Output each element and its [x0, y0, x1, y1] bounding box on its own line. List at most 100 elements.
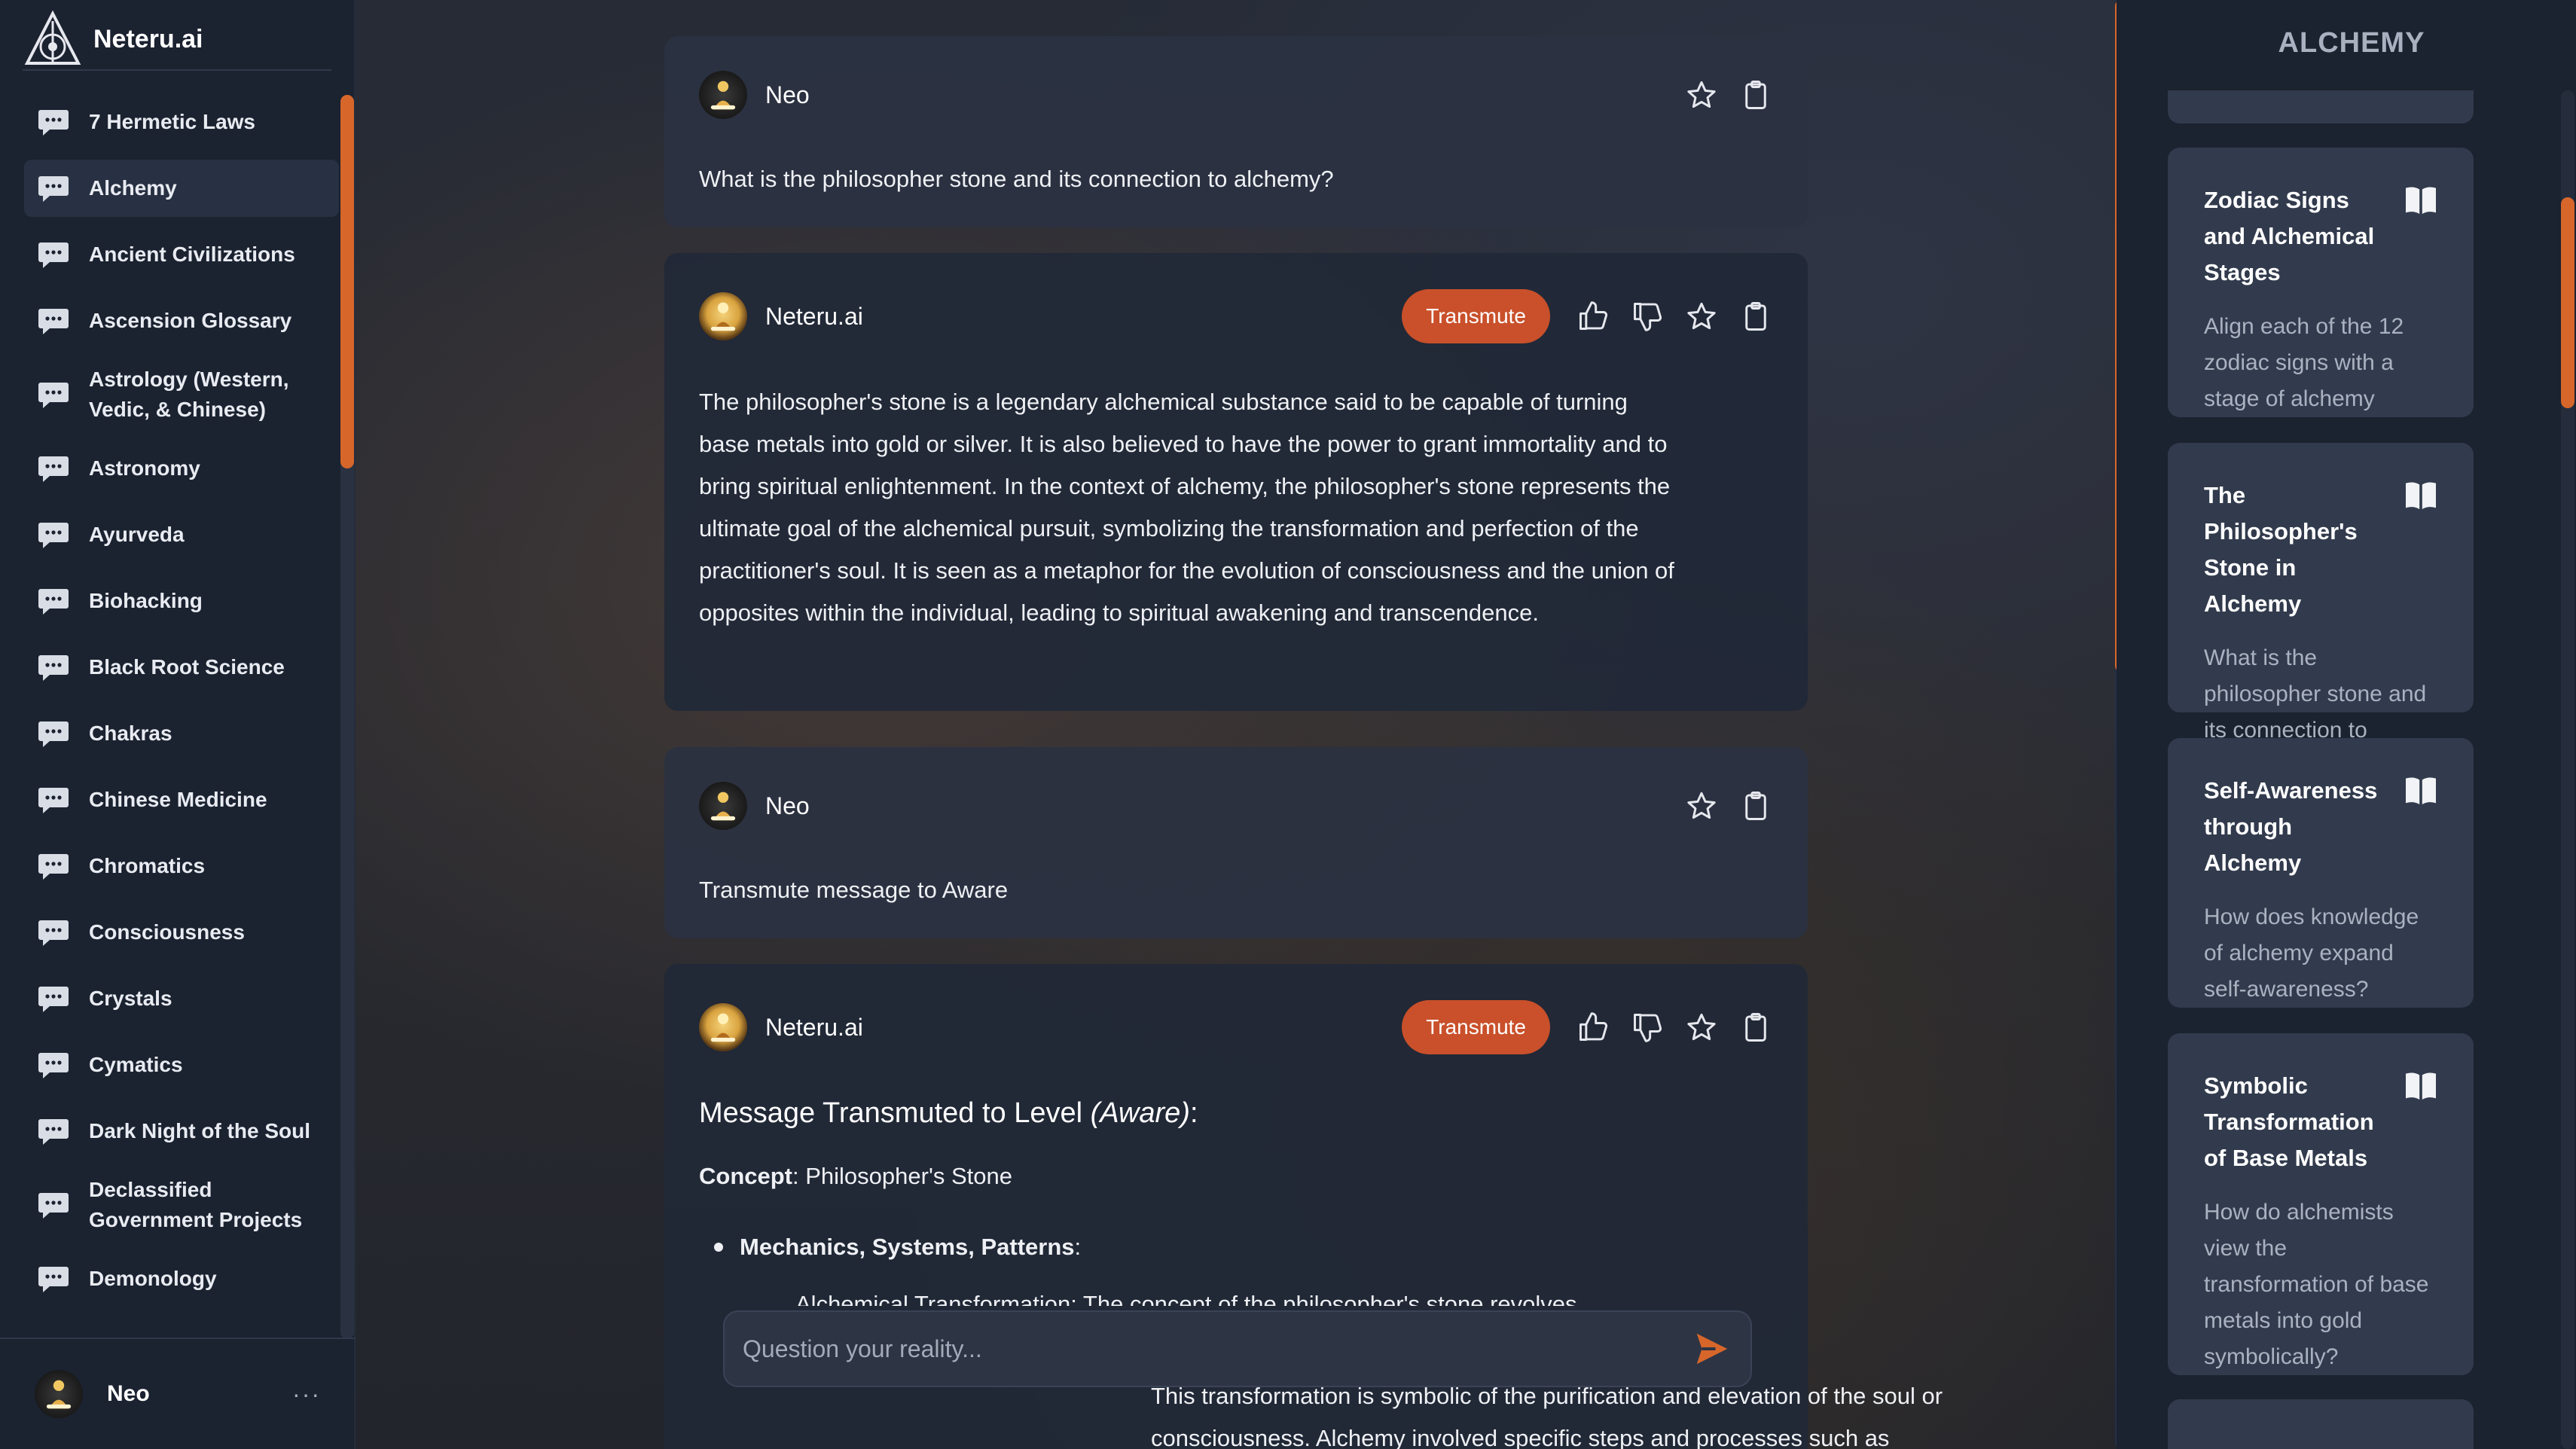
clipboard-icon[interactable] — [1738, 299, 1773, 334]
suggestion-card[interactable]: The Philosopher's Stone in Alchemy What … — [2168, 443, 2474, 779]
sidebar-item-label: Consciousness — [89, 920, 245, 944]
chat-bubble-icon — [38, 788, 69, 813]
sender-name: Neteru.ai — [765, 1013, 863, 1041]
suggestion-title: Self-Awareness through Alchemy — [2204, 777, 2378, 876]
suggestion-card-partial[interactable] — [2168, 90, 2474, 124]
trailing-line: consciousness. Alchemy involved specific… — [1151, 1425, 1890, 1449]
chat-bubble-icon — [38, 987, 69, 1012]
sidebar-item[interactable]: Astrology (Western, Vedic, & Chinese) — [24, 358, 339, 431]
sidebar: Neteru.ai 7 Hermetic Laws Alchemy Ancient … — [0, 0, 356, 1449]
star-icon[interactable] — [1684, 299, 1719, 334]
message-text: The philosopher's stone is a legendary a… — [699, 389, 1674, 626]
heading-prefix: Message Transmuted to Level — [699, 1097, 1091, 1129]
message-ai: Neteru.ai Transmute The philosopher's st… — [664, 253, 1808, 711]
sidebar-item[interactable]: Alchemy — [24, 160, 339, 217]
sidebar-item[interactable]: Demonology — [24, 1250, 339, 1307]
clipboard-icon[interactable] — [1738, 1010, 1773, 1045]
sidebar-item-label: Alchemy — [89, 176, 177, 200]
thumbs-up-icon[interactable] — [1576, 1010, 1610, 1045]
concept-line: Concept: Philosopher's Stone — [699, 1155, 1717, 1197]
sidebar-item[interactable]: Chinese Medicine — [24, 771, 339, 828]
sidebar-item[interactable]: Ayurveda — [24, 506, 339, 563]
sidebar-item[interactable]: Black Root Science — [24, 639, 339, 696]
ai-avatar — [699, 292, 747, 340]
sidebar-item[interactable]: Ascension Glossary — [24, 292, 339, 349]
suggestion-title: Zodiac Signs and Alchemical Stages — [2204, 187, 2375, 285]
sidebar-item[interactable]: Biohacking — [24, 572, 339, 630]
heading-suffix: : — [1189, 1097, 1198, 1129]
send-icon[interactable] — [1692, 1329, 1732, 1369]
sidebar-item[interactable]: Crystals — [24, 970, 339, 1027]
transmute-button[interactable]: Transmute — [1402, 289, 1550, 343]
user-avatar — [699, 782, 747, 830]
sidebar-item[interactable]: Chakras — [24, 705, 339, 762]
star-icon[interactable] — [1684, 1010, 1719, 1045]
user-avatar — [699, 71, 747, 119]
question-input-bar — [723, 1310, 1752, 1387]
partial-line: Alchemical Transformation: The concept o… — [795, 1291, 1577, 1306]
book-icon[interactable] — [2404, 185, 2437, 215]
thumbs-up-icon[interactable] — [1576, 299, 1610, 334]
bullet-dot — [714, 1243, 723, 1252]
sidebar-item[interactable]: 7 Hermetic Laws — [24, 93, 339, 151]
star-icon[interactable] — [1684, 78, 1719, 112]
sidebar-item-label: Chromatics — [89, 854, 206, 877]
panel-scrollbar[interactable] — [2561, 197, 2574, 408]
sidebar-item-label: Ancient Civilizations — [89, 243, 295, 266]
book-icon[interactable] — [2404, 480, 2437, 511]
concept-value: : Philosopher's Stone — [792, 1163, 1012, 1189]
sidebar-item[interactable]: Cymatics — [24, 1036, 339, 1094]
chat-bubble-icon — [38, 721, 69, 747]
chat-bubble-icon — [38, 589, 69, 615]
user-avatar — [35, 1370, 83, 1418]
suggestion-card[interactable]: Symbolic Transformation of Base Metals H… — [2168, 1033, 2474, 1375]
sidebar-item[interactable]: Chromatics — [24, 837, 339, 895]
transmute-button[interactable]: Transmute — [1402, 1000, 1550, 1054]
chat-area: Neo What is the philosopher stone and it… — [356, 0, 2127, 1449]
suggestion-card-partial[interactable] — [2168, 1399, 2474, 1449]
chat-bubble-icon — [38, 920, 69, 946]
topic-list: 7 Hermetic Laws Alchemy Ancient Civilizati… — [24, 93, 339, 1316]
suggestion-card[interactable]: Self-Awareness through Alchemy How does … — [2168, 738, 2474, 1008]
sidebar-item-label: Astronomy — [89, 456, 200, 480]
sender-name: Neo — [765, 81, 810, 108]
clipboard-icon[interactable] — [1738, 789, 1773, 823]
message-text: Transmute message to Aware — [699, 877, 1009, 903]
user-footer[interactable]: Neo ··· — [0, 1338, 356, 1449]
suggestion-text: How does knowledge of alchemy expand sel… — [2204, 904, 2419, 1002]
sidebar-item[interactable]: Dark Night of the Soul — [24, 1103, 339, 1160]
suggestion-card[interactable]: Zodiac Signs and Alchemical Stages Align… — [2168, 148, 2474, 417]
sidebar-item[interactable]: Consciousness — [24, 904, 339, 961]
clipboard-icon[interactable] — [1738, 78, 1773, 112]
sidebar-item-label: Biohacking — [89, 589, 203, 612]
chat-bubble-icon — [38, 176, 69, 202]
sidebar-item-label: Crystals — [89, 987, 172, 1010]
sender-name: Neteru.ai — [765, 302, 863, 330]
sidebar-item-label: Demonology — [89, 1267, 217, 1290]
message-user: Neo What is the philosopher stone and it… — [664, 36, 1808, 227]
question-input[interactable] — [743, 1335, 1692, 1363]
concept-label: Concept — [699, 1163, 792, 1189]
sidebar-item-label: Black Root Science — [89, 655, 285, 679]
brand[interactable]: Neteru.ai — [23, 9, 331, 71]
sidebar-item[interactable]: Declassified Government Projects — [24, 1169, 339, 1241]
thumbs-down-icon[interactable] — [1630, 1010, 1665, 1045]
sidebar-item[interactable]: Astronomy — [24, 440, 339, 497]
sidebar-item-label: Ayurveda — [89, 523, 185, 546]
bullet-item: Mechanics, Systems, Patterns: — [714, 1226, 1717, 1268]
suggestion-title: The Philosopher's Stone in Alchemy — [2204, 482, 2358, 617]
thumbs-down-icon[interactable] — [1630, 299, 1665, 334]
book-icon[interactable] — [2404, 1071, 2437, 1101]
suggestion-text: Align each of the 12 zodiac signs with a… — [2204, 314, 2404, 411]
chat-bubble-icon — [38, 854, 69, 880]
book-icon[interactable] — [2404, 776, 2437, 806]
more-options-button[interactable]: ··· — [292, 1380, 321, 1408]
chat-bubble-icon — [38, 243, 69, 268]
sidebar-item[interactable]: Ancient Civilizations — [24, 226, 339, 283]
sidebar-scrollbar[interactable] — [340, 95, 354, 468]
star-icon[interactable] — [1684, 789, 1719, 823]
panel-title: ALCHEMY — [2278, 27, 2425, 59]
footer-username: Neo — [107, 1381, 150, 1406]
suggestions-panel: ALCHEMY Zodiac Signs and Alchemical Stag… — [2117, 0, 2576, 1449]
sidebar-item-label: Cymatics — [89, 1053, 183, 1076]
